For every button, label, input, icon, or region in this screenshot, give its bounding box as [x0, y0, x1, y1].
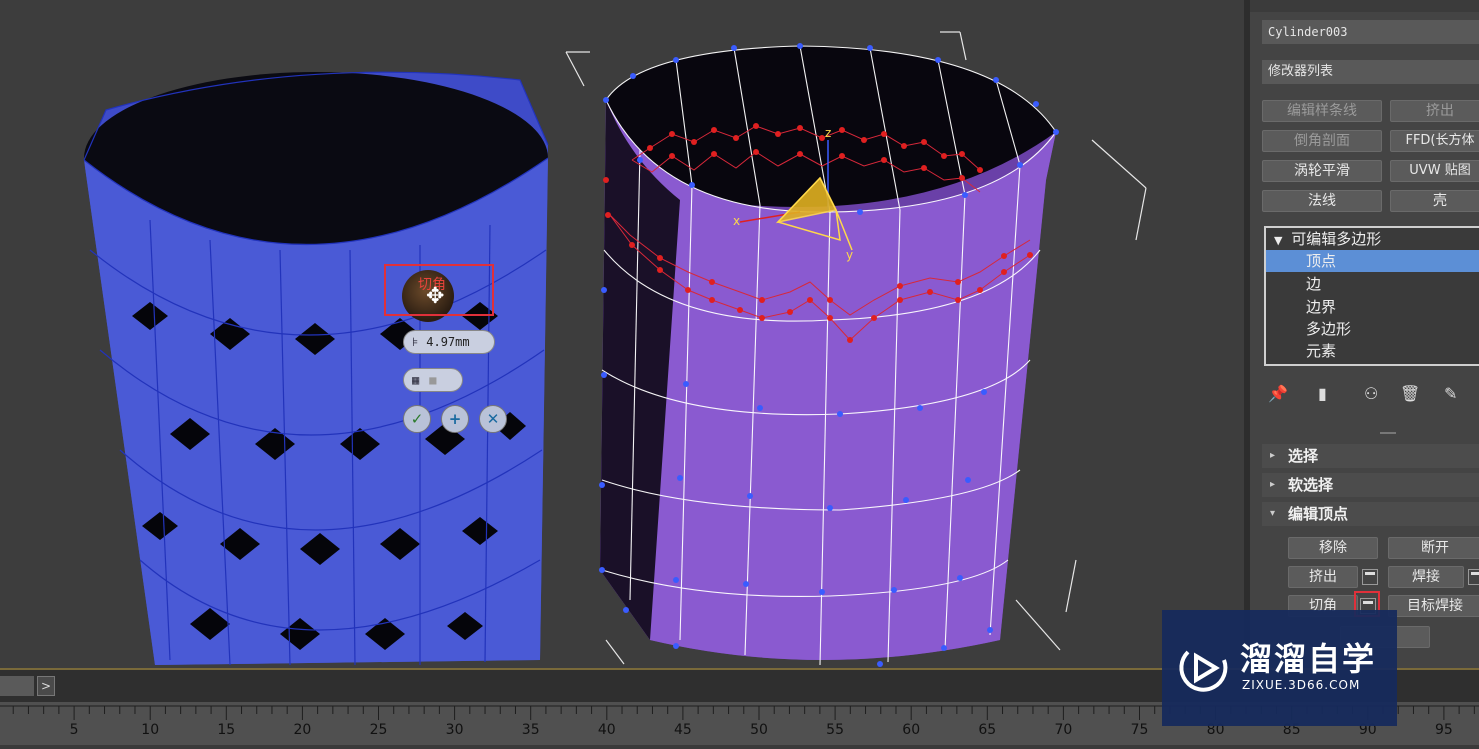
rollout-selection[interactable]: ▸ 选择: [1262, 444, 1479, 468]
watermark-url: ZIXUE.3D66.COM: [1242, 678, 1361, 692]
timeline-tick-label: 75: [1131, 722, 1149, 738]
gizmo-y-label: y: [846, 248, 853, 262]
edit-spline-button[interactable]: 编辑样条线: [1262, 100, 1382, 122]
timeline-tick-label: 60: [902, 722, 920, 738]
stack-level-polygon[interactable]: 多边形: [1266, 318, 1479, 340]
timeline-tick-label: 55: [826, 722, 844, 738]
expand-arrow-icon: ▸: [1270, 479, 1276, 490]
caddy-apply-button[interactable]: +: [441, 405, 469, 433]
shell-button[interactable]: 壳: [1390, 190, 1479, 212]
close-icon: ✕: [486, 410, 500, 428]
timeline-tick-label: 95: [1435, 722, 1453, 738]
break-button[interactable]: 断开: [1388, 537, 1479, 559]
modifier-stack[interactable]: ▼ 可编辑多边形 顶点 边 边界 多边形 元素: [1264, 226, 1479, 366]
expand-arrow-icon: ▸: [1270, 450, 1276, 461]
target-weld-button[interactable]: 目标焊接: [1388, 595, 1479, 617]
stack-editable-poly[interactable]: ▼ 可编辑多边形: [1266, 228, 1479, 250]
perspective-viewport[interactable]: z x y 切角 ✥ ⊧ 4.97mm ▦ ■ ✓ + ✕: [0, 0, 1250, 668]
chamfer-open-toggle[interactable]: ▦ ■: [403, 368, 463, 392]
make-unique-icon[interactable]: ⚇: [1364, 384, 1378, 403]
uvw-map-button[interactable]: UVW 贴图: [1390, 160, 1479, 182]
timeline-tick-label: 40: [598, 722, 616, 738]
remove-button[interactable]: 移除: [1288, 537, 1378, 559]
rollout-soft-selection[interactable]: ▸ 软选择: [1262, 473, 1479, 497]
stack-level-vertex[interactable]: 顶点: [1266, 250, 1479, 272]
watermark: 溜溜自学 ZIXUE.3D66.COM: [1162, 610, 1397, 726]
timeline-tick-label: 35: [522, 722, 540, 738]
caddy-cancel-button[interactable]: ✕: [479, 405, 507, 433]
chamfer-amount-icon: ⊧: [412, 335, 419, 349]
remove-modifier-icon[interactable]: 🗑: [1400, 384, 1420, 403]
stack-level-border[interactable]: 边界: [1266, 296, 1479, 318]
pin-stack-icon[interactable]: 📌: [1268, 384, 1288, 403]
timeline-tick-label: 70: [1054, 722, 1072, 738]
time-slider-thumb[interactable]: [0, 676, 34, 696]
gizmo-x-label: x: [733, 214, 740, 228]
gizmo-z-label: z: [825, 126, 831, 140]
viewport-scene: z x y: [83, 31, 1147, 667]
turbosmooth-button[interactable]: 涡轮平滑: [1262, 160, 1382, 182]
watermark-logo-icon: [1179, 650, 1228, 692]
panel-divider: [1380, 432, 1396, 434]
timeline-tick-label: 25: [370, 722, 388, 738]
next-frame-button[interactable]: >: [37, 676, 55, 696]
extrude-modifier-button[interactable]: 挤出: [1390, 100, 1479, 122]
move-cursor-icon[interactable]: ✥: [426, 286, 444, 308]
caddy-ok-button[interactable]: ✓: [403, 405, 431, 433]
timeline-tick-label: 30: [446, 722, 464, 738]
chamfer-amount-value: 4.97mm: [426, 335, 470, 349]
timeline-tick-label: 45: [674, 722, 692, 738]
object-name-field[interactable]: Cylinder003: [1262, 20, 1479, 44]
collapse-triangle-icon: ▼: [1274, 234, 1283, 247]
ffd-box-button[interactable]: FFD(长方体: [1390, 130, 1479, 152]
command-panel: Cylinder003 修改器列表 编辑样条线 挤出 倒角剖面 FFD(长方体 …: [1244, 0, 1479, 668]
weld-settings-icon[interactable]: [1468, 569, 1479, 585]
normal-button[interactable]: 法线: [1262, 190, 1382, 212]
timeline-tick-label: 20: [293, 722, 311, 738]
weld-button[interactable]: 焊接: [1388, 566, 1464, 588]
toggle-square-icon: ■: [429, 373, 437, 387]
watermark-title: 溜溜自学: [1240, 640, 1377, 678]
stack-level-element[interactable]: 元素: [1266, 340, 1479, 362]
collapse-arrow-icon: ▾: [1270, 508, 1276, 519]
extrude-button[interactable]: 挤出: [1288, 566, 1358, 588]
stack-toolbar: 📌 ▮ ⚇ 🗑 ✎: [1268, 384, 1479, 406]
timeline-tick-label: 10: [141, 722, 159, 738]
timeline-tick-label: 65: [978, 722, 996, 738]
checkmark-icon: ✓: [410, 410, 424, 428]
bevel-profile-button[interactable]: 倒角剖面: [1262, 130, 1382, 152]
grid-icon: ▦: [412, 373, 420, 387]
timeline-tick-label: 15: [217, 722, 235, 738]
timeline-tick-label: 5: [70, 722, 79, 738]
extrude-settings-icon[interactable]: [1362, 569, 1378, 585]
configure-sets-icon[interactable]: ✎: [1444, 384, 1457, 403]
stack-level-edge[interactable]: 边: [1266, 273, 1479, 295]
show-end-result-icon[interactable]: ▮: [1318, 384, 1327, 403]
chamfer-amount-field[interactable]: ⊧ 4.97mm: [403, 330, 495, 354]
panel-tabs[interactable]: [1250, 0, 1479, 12]
blue-cylinder[interactable]: [83, 71, 549, 666]
rollout-edit-vertices[interactable]: ▾ 编辑顶点: [1262, 502, 1479, 526]
plus-icon: +: [448, 410, 462, 428]
timeline-tick-label: 50: [750, 722, 768, 738]
modifier-list-dropdown[interactable]: 修改器列表: [1262, 60, 1479, 84]
